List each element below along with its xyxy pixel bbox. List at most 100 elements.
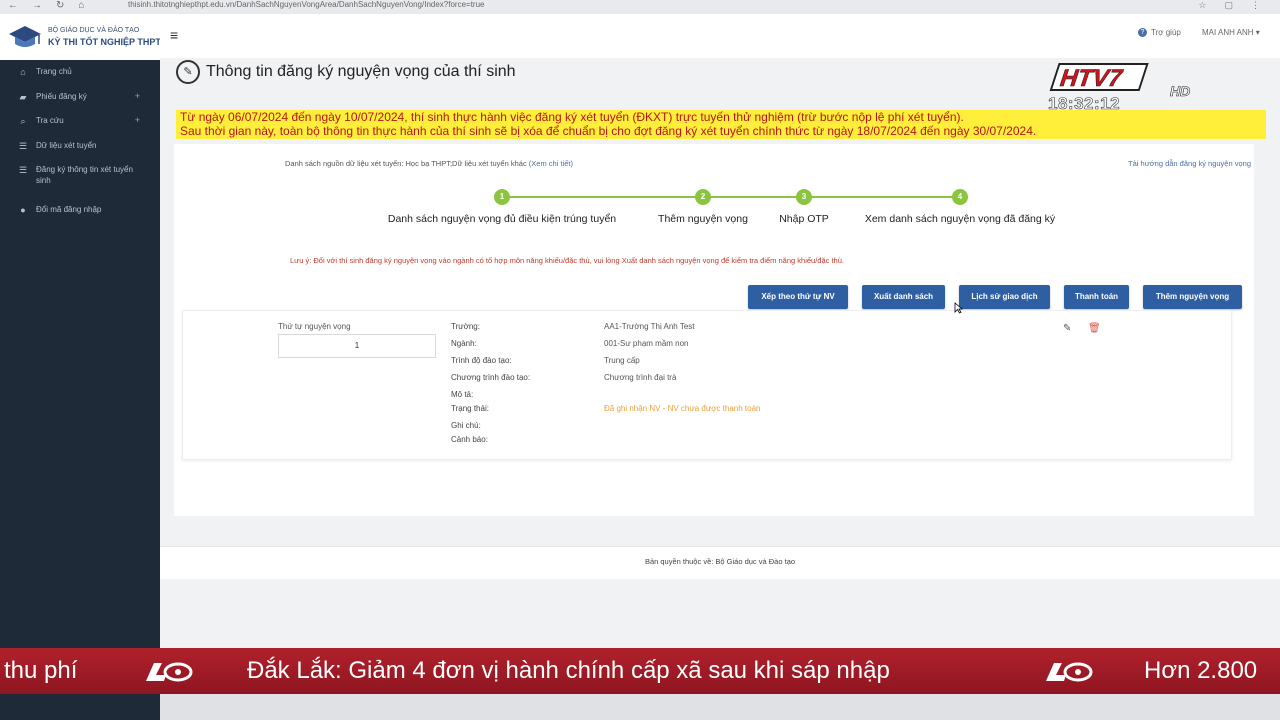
channel-name: HTV7	[1056, 66, 1126, 92]
field-label: Cảnh báo:	[451, 435, 488, 444]
help-icon: ?	[1138, 28, 1147, 37]
help-label: Trợ giúp	[1151, 28, 1181, 37]
field-label: Trình độ đào tạo:	[451, 356, 512, 365]
edit-circle-icon: ✎	[176, 60, 200, 84]
wish-order-label: Thứ tự nguyện vọng	[278, 322, 351, 331]
note-text: Lưu ý: Đối với thí sinh đăng ký nguyện v…	[290, 256, 844, 265]
back-icon[interactable]: ←	[8, 0, 18, 12]
htv-mark-icon	[1046, 662, 1093, 682]
home-browser-icon[interactable]: ⌂	[78, 0, 84, 12]
registration-stepper: 1 2 3 4 Danh sách nguyện vọng đủ điều ki…	[174, 186, 1254, 226]
sidebar-item-admission-register[interactable]: ☰ Đăng ký thông tin xét tuyển sinh	[0, 164, 160, 204]
hamburger-icon[interactable]: ≡	[170, 28, 178, 42]
sidebar-item-change-password[interactable]: ● Đổi mã đăng nhập	[0, 204, 160, 229]
wish-order-input[interactable]: 1	[278, 334, 436, 358]
expand-plus-icon[interactable]: +	[135, 91, 140, 102]
sidebar-item-registration-form[interactable]: ▰ Phiếu đăng ký +	[0, 91, 160, 116]
field-row-program: Chương trình đào tạo: Chương trình đại t…	[451, 373, 871, 390]
data-sources-text: Danh sách nguồn dữ liệu xét tuyển: Học b…	[285, 159, 527, 168]
reload-icon[interactable]: ↻	[56, 0, 64, 12]
status-value: Đã ghi nhận NV - NV chưa được thanh toán	[604, 404, 761, 413]
transaction-history-button[interactable]: Lịch sử giao dịch	[959, 285, 1050, 309]
mouse-cursor-icon	[954, 302, 963, 314]
sidebar: BỘ GIÁO DỤC VÀ ĐÀO TẠO KỲ THI TỐT NGHIỆP…	[0, 14, 161, 720]
field-row-major: Ngành: 001-Sư phạm mầm non	[451, 339, 871, 356]
sidebar-item-lookup[interactable]: ⌕ Tra cứu +	[0, 115, 160, 140]
field-row-description: Mô tả:	[451, 390, 871, 404]
ticker-text-right: Hơn 2.800	[1144, 657, 1258, 684]
graduation-cap-icon	[9, 26, 41, 47]
user-menu[interactable]: MAI ANH ANH ▾	[1202, 28, 1260, 37]
download-guide-link[interactable]: Tải hướng dẫn đăng ký nguyện vọng	[1128, 159, 1251, 168]
field-row-school: Trường: AA1-Trường Thị Anh Test	[451, 322, 871, 339]
field-value: 001-Sư phạm mầm non	[604, 339, 689, 348]
home-icon: ⌂	[20, 67, 26, 77]
step-2-dot[interactable]: 2	[695, 189, 711, 205]
top-bar: ≡ ? Trợ giúp MAI ANH ANH ▾	[160, 14, 1280, 59]
broadcast-clock: 18:32:12	[1048, 94, 1121, 114]
field-row-notes: Ghi chú:	[451, 421, 871, 435]
delete-icon[interactable]: 🗑	[1088, 323, 1101, 334]
wish-details: Trường: AA1-Trường Thị Anh Test Ngành: 0…	[451, 322, 871, 452]
list-icon: ☰	[18, 165, 28, 175]
sidebar-menu: ⌂ Trang chủ ▰ Phiếu đăng ký + ⌕ Tra cứu …	[0, 66, 160, 229]
browser-nav: ← → ↻ ⌂	[8, 0, 84, 12]
page-title: Thông tin đăng ký nguyện vọng của thí si…	[206, 63, 516, 80]
page-header: ✎ Thông tin đăng ký nguyện vọng của thí …	[176, 60, 516, 84]
folder-icon: ▰	[19, 91, 27, 102]
htv-mark-icon	[146, 662, 193, 682]
address-bar[interactable]: thisinh.thitotnghiepthpt.edu.vn/DanhSach…	[128, 0, 484, 10]
alert-line-2: Sau thời gian này, toàn bộ thông tin thự…	[180, 124, 1037, 138]
add-wish-button[interactable]: Thêm nguyện vọng	[1143, 285, 1242, 309]
logo-ministry: BỘ GIÁO DỤC VÀ ĐÀO TẠO	[48, 27, 140, 34]
search-icon: ⌕	[20, 116, 26, 126]
step-4-label: Xem danh sách nguyện vọng đã đăng ký	[864, 213, 1056, 225]
field-row-level: Trình độ đào tạo: Trung cấp	[451, 356, 871, 373]
sidebar-item-label: Dữ liệu xét tuyển	[36, 140, 97, 150]
sidebar-item-label: Đăng ký thông tin xét tuyển sinh	[36, 165, 133, 185]
step-3-dot[interactable]: 3	[796, 189, 812, 205]
field-label: Chương trình đào tạo:	[451, 373, 531, 382]
window-icon[interactable]: ▢	[1224, 0, 1233, 10]
export-list-button[interactable]: Xuất danh sách	[862, 285, 945, 309]
field-value: Trung cấp	[604, 356, 640, 365]
field-row-warning: Cảnh báo:	[451, 435, 871, 452]
browser-toolbar: ← → ↻ ⌂ thisinh.thitotnghiepthpt.edu.vn/…	[0, 0, 1280, 15]
step-1-label: Danh sách nguyện vọng đủ điều kiện trúng…	[387, 213, 617, 225]
help-link[interactable]: ? Trợ giúp	[1138, 28, 1181, 37]
field-label: Mô tả:	[451, 390, 474, 399]
bookmark-icon[interactable]: ☆	[1198, 0, 1206, 10]
trial-alert-banner: Từ ngày 06/07/2024 đến ngày 10/07/2024, …	[176, 110, 1266, 139]
bottom-strip	[0, 694, 1280, 720]
browser-actions: ☆ ▢ ⋮	[1198, 0, 1260, 10]
sidebar-item-label: Tra cứu	[36, 116, 64, 125]
field-row-status: Trạng thái: Đã ghi nhận NV - NV chưa đượ…	[451, 404, 871, 421]
step-4-dot[interactable]: 4	[952, 189, 968, 205]
channel-hd: HD	[1170, 83, 1190, 99]
menu-icon[interactable]: ⋮	[1251, 0, 1260, 10]
news-ticker: thu phí Đắk Lắk: Giảm 4 đơn vị hành chín…	[0, 648, 1280, 694]
field-label: Ghi chú:	[451, 421, 481, 430]
step-2-label: Thêm nguyện vọng	[658, 213, 748, 225]
bottom-strip-content	[160, 694, 1280, 720]
edit-icon[interactable]: ✎	[1063, 323, 1071, 334]
sidebar-item-admission-data[interactable]: ☰ Dữ liệu xét tuyển	[0, 140, 160, 165]
field-value: Chương trình đại trà	[604, 373, 677, 382]
expand-plus-icon[interactable]: +	[135, 115, 140, 126]
forward-icon[interactable]: →	[32, 0, 42, 12]
field-label: Trường:	[451, 322, 480, 331]
field-label: Ngành:	[451, 339, 477, 348]
page-footer: Bản quyền thuộc về: Bộ Giáo dục và Đào t…	[160, 546, 1280, 579]
site-logo[interactable]: BỘ GIÁO DỤC VÀ ĐÀO TẠO KỲ THI TỐT NGHIỆP…	[0, 14, 161, 60]
list-icon: ☰	[18, 140, 28, 151]
field-label: Trạng thái:	[451, 404, 489, 413]
payment-button[interactable]: Thanh toán	[1064, 285, 1129, 309]
data-sources-line: Danh sách nguồn dữ liệu xét tuyển: Học b…	[285, 159, 573, 168]
sort-by-order-button[interactable]: Xếp theo thứ tự NV	[748, 285, 848, 309]
sidebar-item-label: Phiếu đăng ký	[36, 91, 87, 101]
view-details-link[interactable]: (Xem chi tiết)	[529, 159, 573, 168]
sidebar-item-home[interactable]: ⌂ Trang chủ	[0, 66, 160, 91]
step-3-label: Nhập OTP	[779, 213, 829, 225]
step-1-dot[interactable]: 1	[494, 189, 510, 205]
stepper-line	[501, 196, 960, 198]
